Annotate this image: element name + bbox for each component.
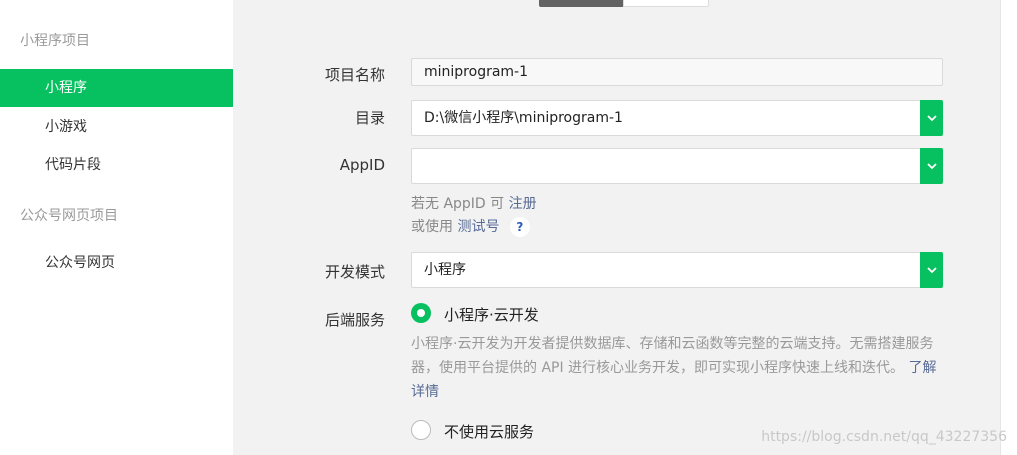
backend-service-label: 后端服务 xyxy=(324,311,385,329)
register-link[interactable]: 注册 xyxy=(509,196,537,212)
chevron-down-icon xyxy=(926,114,937,121)
main-panel: 项目名称 miniprogram-1 目录 D:\微信小程序\miniprogr… xyxy=(233,0,1000,455)
dev-mode-label: 开发模式 xyxy=(324,263,385,281)
segment-left[interactable] xyxy=(539,0,623,7)
watermark: https://blog.csdn.net/qq_43227356 xyxy=(761,429,1007,445)
segment-right[interactable] xyxy=(623,0,709,7)
directory-value: D:\微信小程序\miniprogram-1 xyxy=(424,110,623,126)
radio-no-cloud[interactable] xyxy=(411,420,431,440)
radio-cloud-dev-label[interactable]: 小程序·云开发 xyxy=(444,304,539,325)
appid-label: AppID xyxy=(339,156,385,174)
appid-select[interactable] xyxy=(411,148,943,184)
sidebar-item-minigame[interactable]: 小游戏 xyxy=(0,108,233,146)
radio-cloud-dev[interactable] xyxy=(411,303,431,323)
directory-dropdown-button[interactable] xyxy=(920,100,943,136)
dev-mode-select[interactable]: 小程序 xyxy=(411,252,943,288)
project-name-label: 项目名称 xyxy=(324,66,385,84)
sidebar-item-official-account-web[interactable]: 公众号网页 xyxy=(0,244,233,282)
chevron-down-icon xyxy=(926,266,937,273)
use-text: 或使用 xyxy=(411,219,453,235)
dev-mode-dropdown-button[interactable] xyxy=(920,252,943,288)
editor-edge-strip xyxy=(1000,0,1017,455)
sidebar-item-miniprogram[interactable]: 小程序 xyxy=(0,69,233,107)
dev-mode-value: 小程序 xyxy=(424,262,466,278)
appid-dropdown-button[interactable] xyxy=(920,148,943,184)
project-name-input[interactable]: miniprogram-1 xyxy=(411,58,943,86)
sidebar: 小程序项目 小程序 小游戏 代码片段 公众号网页项目 公众号网页 xyxy=(0,0,233,455)
test-account-hint: 或使用 测试号 ? xyxy=(411,216,530,237)
sidebar-item-code-snippet[interactable]: 代码片段 xyxy=(0,146,233,184)
section-title-miniprogram: 小程序项目 xyxy=(20,33,90,49)
no-appid-text: 若无 AppID 可 xyxy=(411,196,505,212)
directory-label: 目录 xyxy=(354,109,385,127)
cloud-description: 小程序·云开发为开发者提供数据库、存储和云函数等完整的云端支持。无需搭建服务器，… xyxy=(411,332,946,404)
section-title-official-account: 公众号网页项目 xyxy=(20,208,118,224)
radio-no-cloud-label[interactable]: 不使用云服务 xyxy=(444,421,534,442)
cloud-description-text: 小程序·云开发为开发者提供数据库、存储和云函数等完整的云端支持。无需搭建服务器，… xyxy=(411,336,934,376)
no-appid-hint: 若无 AppID 可 注册 xyxy=(411,193,537,213)
help-icon[interactable]: ? xyxy=(509,217,530,237)
test-account-link[interactable]: 测试号 xyxy=(457,219,499,235)
directory-select[interactable]: D:\微信小程序\miniprogram-1 xyxy=(411,100,943,136)
chevron-down-icon xyxy=(926,162,937,169)
